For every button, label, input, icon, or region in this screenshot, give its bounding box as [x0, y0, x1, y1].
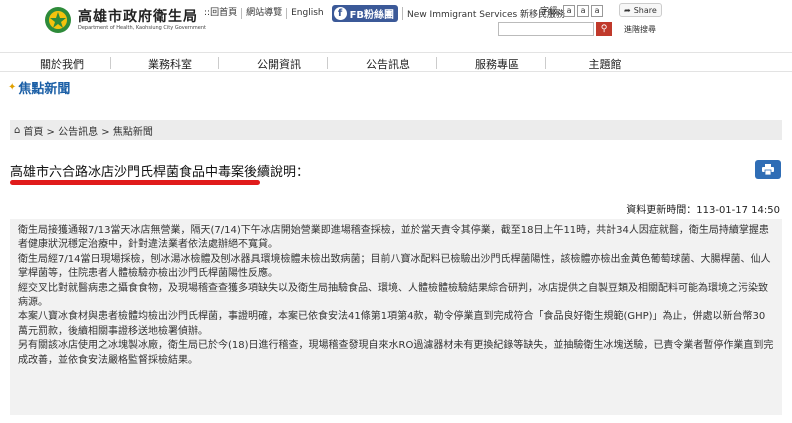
article-paragraph: 衛生局經7/14當日現場採檢，刨冰湯冰檢體及刨冰器具環境檢體未檢出致病菌；目前八… [18, 253, 771, 280]
breadcrumb: ⌂ 首頁 > 公告訊息 > 焦點新聞 [10, 120, 782, 140]
home-link[interactable]: ::回首頁 [200, 7, 243, 19]
font-size-control: 字級: a a a [540, 4, 604, 17]
site-header: 高雄市政府衛生局 Department of Health, Kaohsiung… [0, 0, 792, 52]
article-paragraph: 衛生局接獲通報7/13當天冰店無營業，隔天(7/14)下午冰店開始營業即進場稽查… [18, 225, 769, 251]
nav-theme[interactable]: 主題館 [560, 56, 650, 72]
nav-divider [218, 57, 219, 69]
sitemap-link[interactable]: 網站導覽 [242, 7, 288, 19]
main-nav: 關於我們 業務科室 公開資訊 公告訊息 服務專區 主題館 [0, 52, 792, 72]
search-bar: ⚲ 進階搜尋 [498, 22, 656, 36]
emblem-icon [44, 6, 72, 34]
article-paragraph: 本案八寶冰食材與患者檢體均檢出沙門氏桿菌，事證明確，本案已依食安法41條第1項第… [18, 311, 766, 337]
site-logo[interactable]: 高雄市政府衛生局 Department of Health, Kaohsiung… [44, 6, 206, 34]
section-heading: ✦ 焦點新聞 [8, 78, 70, 97]
home-icon[interactable]: ⌂ [14, 125, 20, 136]
nav-divider [545, 57, 546, 69]
font-size-label: 字級: [540, 7, 562, 17]
top-links: ::回首頁 網站導覽 English f FB粉絲團 New Immigrant… [200, 4, 565, 22]
advanced-search-link[interactable]: 進階搜尋 [624, 24, 656, 35]
nav-divider [436, 57, 437, 69]
english-link[interactable]: English [287, 8, 328, 19]
search-button[interactable]: ⚲ [596, 22, 612, 36]
printer-icon [762, 164, 774, 175]
nav-divider [110, 57, 111, 69]
title-underline [10, 180, 260, 185]
sparkle-icon: ✦ [8, 82, 17, 93]
fb-label: FB粉絲團 [349, 9, 395, 21]
nav-services[interactable]: 服務專區 [452, 56, 542, 72]
share-icon: ➦ [624, 5, 631, 15]
article-paragraph: 另有關該冰店使用之冰塊製冰廠，衛生局已於今(18)日進行稽查，現場稽查發現自來水… [18, 340, 774, 366]
facebook-icon: f [333, 6, 347, 20]
article-title: 高雄市六合路冰店沙門氏桿菌食品中毒案後續說明： [10, 165, 310, 180]
nav-announcements[interactable]: 公告訊息 [343, 56, 433, 72]
nav-departments[interactable]: 業務科室 [125, 56, 215, 72]
nav-divider [327, 57, 328, 69]
article-paragraph: 經交叉比對就醫病患之攝食食物，及現場稽查查獲多項缺失以及衛生局抽驗食品、環境、人… [18, 282, 768, 309]
logo-title: 高雄市政府衛生局 [78, 8, 198, 25]
search-icon: ⚲ [600, 24, 608, 34]
article-body: 衛生局接獲通報7/13當天冰店無營業，隔天(7/14)下午冰店開始營業即進場稽查… [10, 219, 782, 415]
nav-about[interactable]: 關於我們 [17, 56, 107, 72]
nav-public-info[interactable]: 公開資訊 [234, 56, 324, 72]
share-label: Share [633, 5, 657, 15]
print-button[interactable] [755, 160, 781, 179]
logo-subtitle: Department of Health, Kaohsiung City Gov… [78, 24, 207, 31]
update-time: 資料更新時間：113-01-17 14:50 [626, 205, 780, 216]
breadcrumb-text[interactable]: 首頁 > 公告訊息 > 焦點新聞 [23, 123, 152, 138]
share-button[interactable]: ➦ Share [619, 3, 662, 17]
font-size-small[interactable]: a [563, 4, 576, 17]
section-title: 焦點新聞 [18, 82, 71, 97]
font-size-medium[interactable]: a [577, 4, 590, 17]
search-input[interactable] [498, 22, 594, 36]
fb-fan-page-button[interactable]: f FB粉絲團 [331, 4, 399, 22]
font-size-large[interactable]: a [591, 4, 604, 17]
